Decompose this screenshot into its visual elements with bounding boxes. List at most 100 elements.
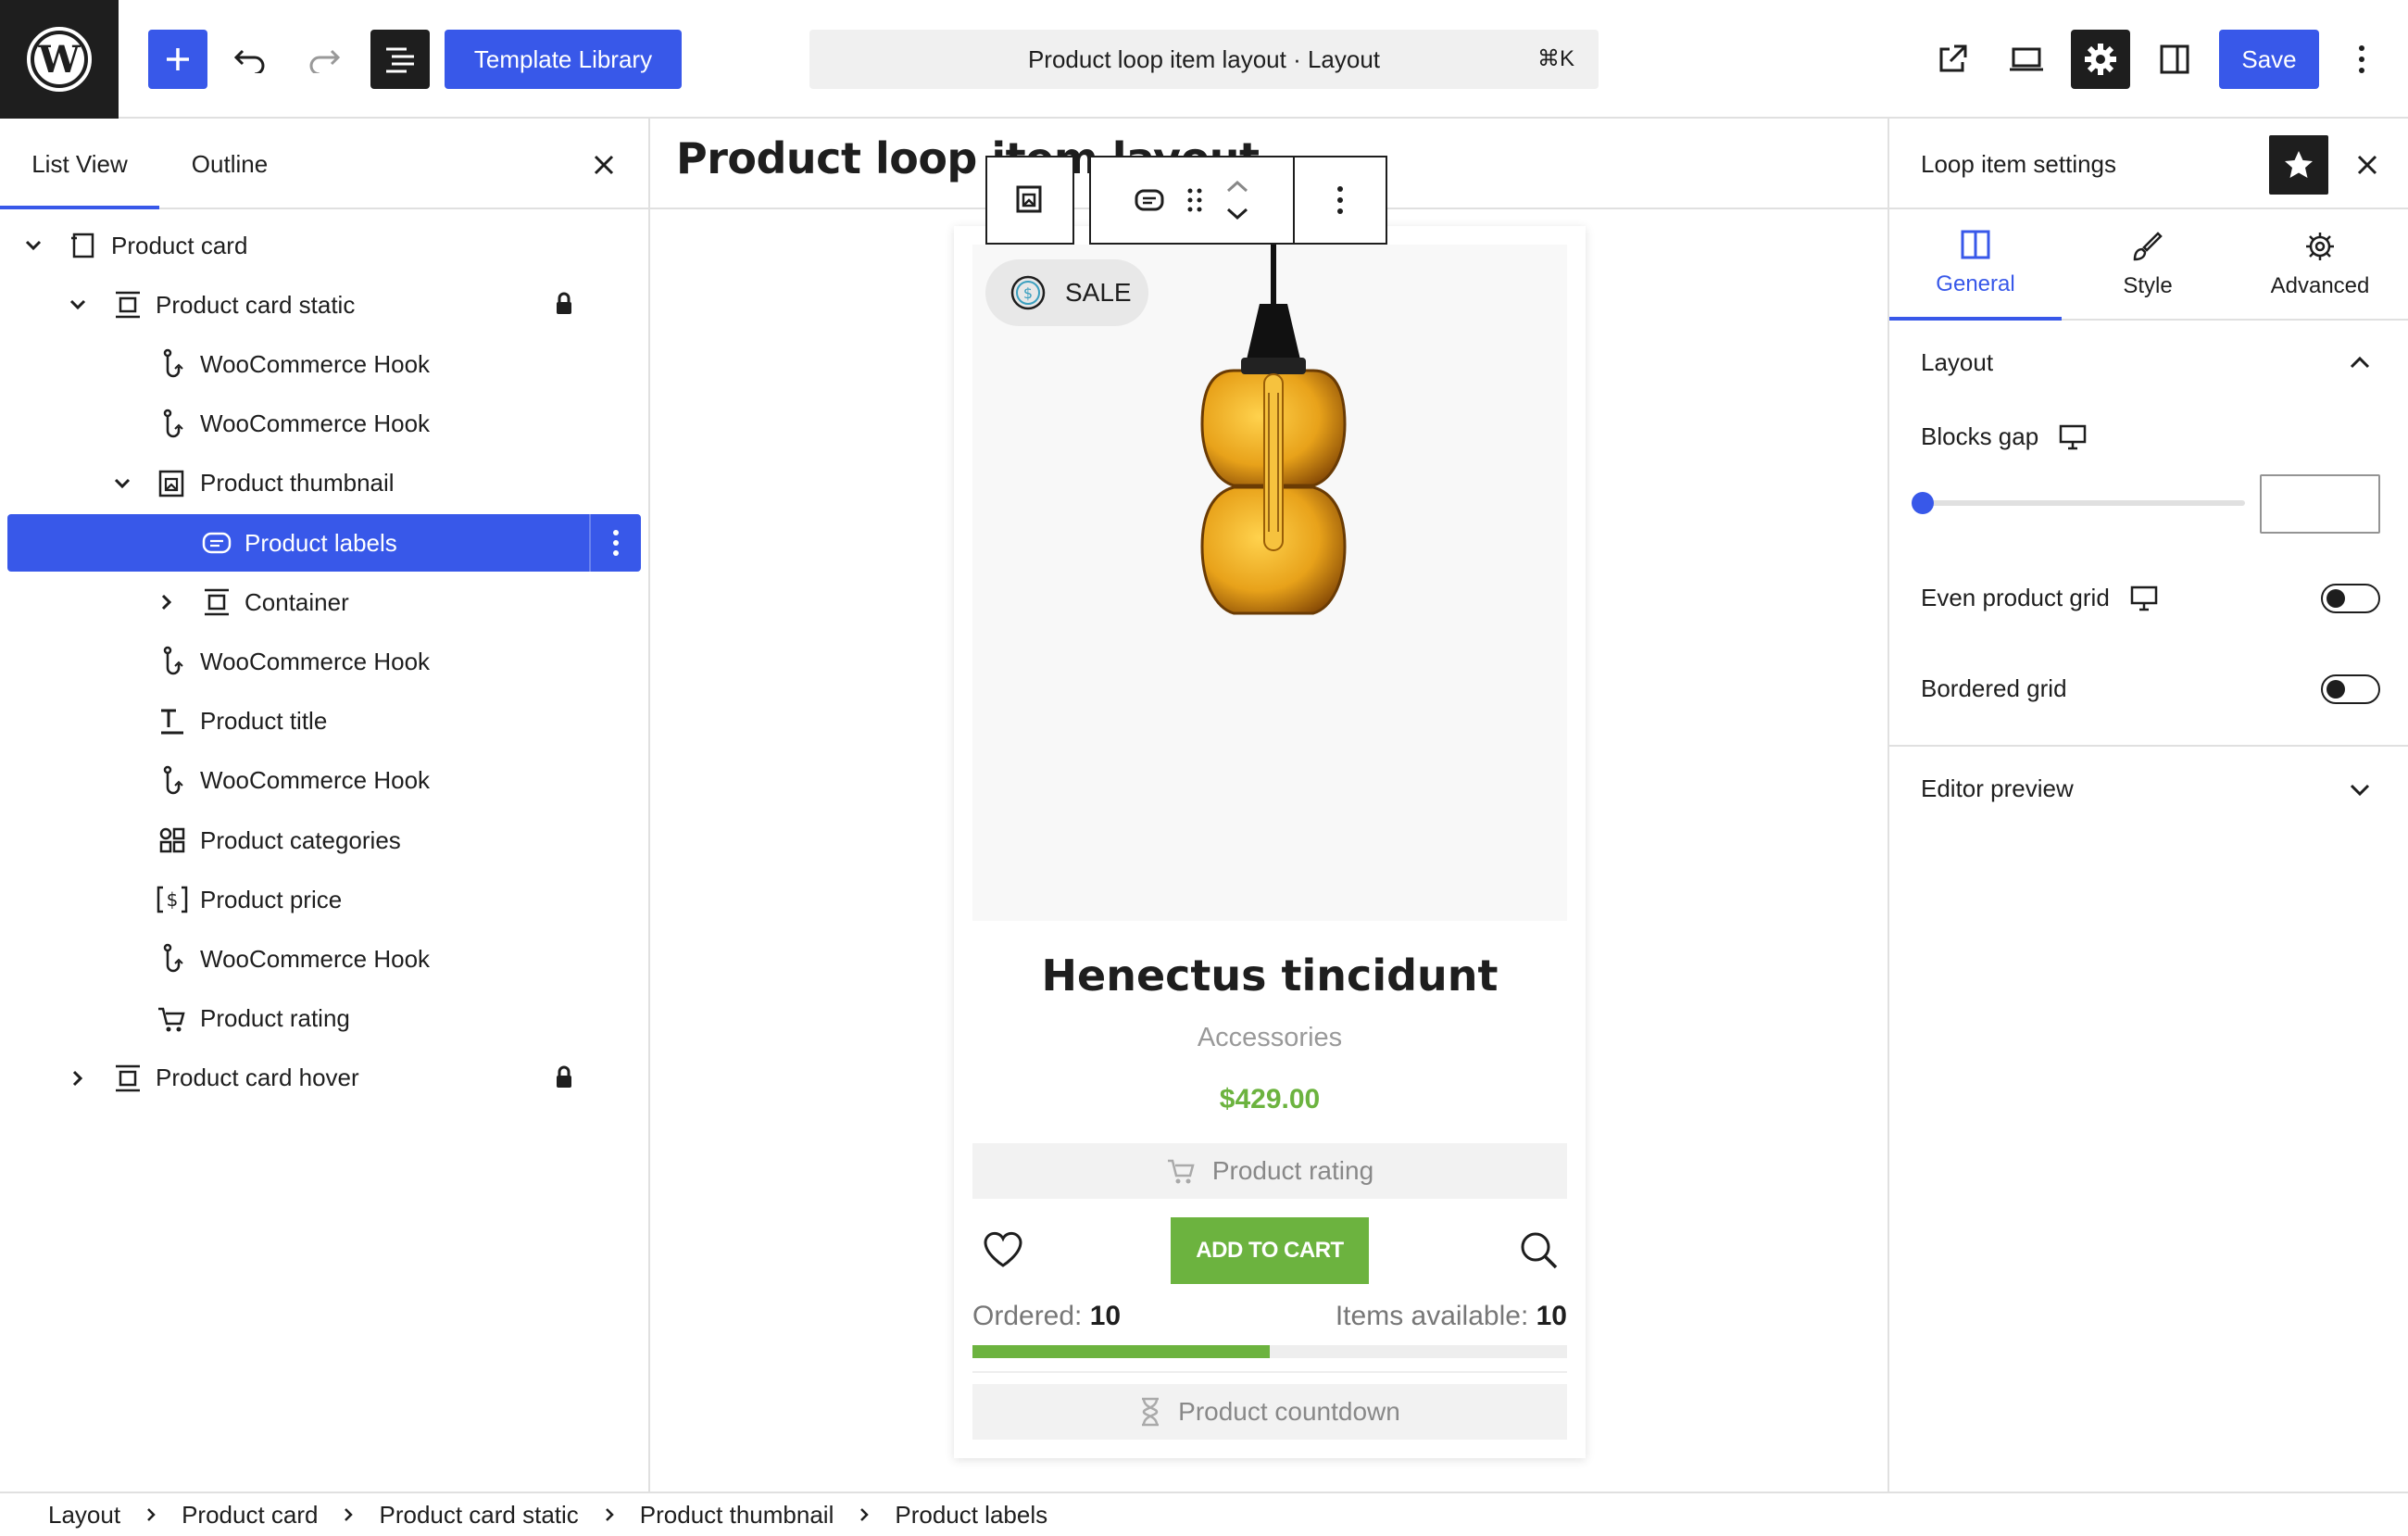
close-icon[interactable] <box>2349 146 2386 183</box>
tree-item-label: Product labels <box>245 528 397 557</box>
tree-item-woocommerce-hook[interactable]: WooCommerce Hook <box>7 633 641 690</box>
tab-general[interactable]: General <box>1889 209 2062 321</box>
editor-preview-title[interactable]: Editor preview <box>1921 774 2074 803</box>
chevron-right-icon[interactable] <box>154 589 180 615</box>
sale-coin-icon: $ <box>1010 275 1046 310</box>
editor-canvas: Product loop item layout $ SALE Henectus… <box>650 119 1888 1492</box>
tree-item-product-thumbnail[interactable]: Product thumbnail <box>7 455 641 512</box>
device-preview-icon[interactable] <box>1997 30 2056 89</box>
options-more-icon[interactable] <box>2334 30 2389 89</box>
chevron-up-icon[interactable] <box>2345 348 2375 378</box>
tree-item-woocommerce-hook[interactable]: WooCommerce Hook <box>7 396 641 453</box>
lock-icon <box>554 292 576 318</box>
tree-item-label: WooCommerce Hook <box>200 944 431 973</box>
section-divider <box>1889 745 2408 747</box>
svg-text:$: $ <box>167 888 179 911</box>
sidebar-toggle-icon[interactable] <box>2145 30 2204 89</box>
tree-item-container[interactable]: Container <box>7 573 641 631</box>
breadcrumb-item[interactable]: Product card <box>182 1501 318 1530</box>
parent-block-button[interactable] <box>985 156 1074 245</box>
block-breadcrumb: Layout Product card Product card static Pro… <box>0 1492 2408 1536</box>
breadcrumb-item[interactable]: Product labels <box>895 1501 1047 1530</box>
tree-item-product-title[interactable]: Product title <box>7 693 641 750</box>
tree-item-label: Product thumbnail <box>200 469 395 497</box>
labels-icon[interactable] <box>1134 187 1165 213</box>
wordpress-logo-icon[interactable]: W <box>0 0 119 119</box>
desktop-icon[interactable] <box>2130 585 2158 611</box>
add-to-cart-button[interactable]: ADD TO CART <box>1171 1217 1369 1284</box>
even-grid-toggle[interactable] <box>2321 584 2380 613</box>
tree-item-label: Product rating <box>200 1004 350 1033</box>
heart-icon[interactable] <box>982 1228 1024 1271</box>
tree-item-product-card-hover[interactable]: Product card hover <box>7 1050 641 1107</box>
product-card[interactable]: $ SALE Henectus tincidunt Accessories $4… <box>954 226 1586 1458</box>
ordered-count: Ordered: 10 <box>972 1301 1121 1332</box>
chevron-down-icon[interactable] <box>65 292 91 318</box>
tree-item-product-categories[interactable]: Product categories <box>7 812 641 869</box>
tree-item-product-card-static[interactable]: Product card static <box>7 276 641 334</box>
tree-item-product-labels[interactable]: Product labels <box>7 514 641 572</box>
tree-item-woocommerce-hook[interactable]: WooCommerce Hook <box>7 930 641 988</box>
hook-icon <box>156 645 189 678</box>
tab-style[interactable]: Style <box>2062 209 2234 321</box>
redo-icon[interactable] <box>295 30 354 89</box>
product-countdown-placeholder[interactable]: Product countdown <box>972 1384 1567 1440</box>
sale-badge[interactable]: $ SALE <box>985 259 1148 326</box>
lock-icon <box>554 1065 576 1091</box>
bordered-grid-toggle[interactable] <box>2321 674 2380 704</box>
move-up-down-icon[interactable] <box>1224 172 1250 228</box>
blocks-gap-slider-track[interactable] <box>1921 500 2245 506</box>
blocks-gap-slider-thumb[interactable] <box>1912 492 1934 514</box>
desktop-icon[interactable] <box>2059 424 2087 450</box>
view-external-icon[interactable] <box>1923 30 1982 89</box>
tree-item-product-rating[interactable]: Product rating <box>7 990 641 1048</box>
tab-list-view[interactable]: List View <box>0 119 159 209</box>
tab-outline[interactable]: Outline <box>169 119 291 209</box>
product-category[interactable]: Accessories <box>954 1023 1586 1053</box>
search-icon[interactable] <box>1517 1228 1560 1271</box>
save-button[interactable]: Save <box>2219 30 2319 89</box>
close-icon[interactable] <box>585 146 622 183</box>
even-grid-label: Even product grid <box>1921 584 2110 611</box>
block-options-button[interactable] <box>1295 156 1387 245</box>
chevron-down-icon[interactable] <box>2345 774 2375 804</box>
product-rating-placeholder[interactable]: Product rating <box>972 1143 1567 1199</box>
tree-item-label: WooCommerce Hook <box>200 409 431 438</box>
settings-gear-button[interactable] <box>2071 30 2130 89</box>
settings-sidebar: Loop item settings General Style Advance… <box>1888 119 2408 1492</box>
product-title[interactable]: Henectus tincidunt <box>954 951 1586 1001</box>
document-overview-button[interactable] <box>370 30 430 89</box>
template-library-button[interactable]: Template Library <box>445 30 682 89</box>
add-block-button[interactable] <box>148 30 207 89</box>
chevron-right-icon[interactable] <box>65 1065 91 1091</box>
product-thumbnail[interactable]: $ SALE <box>972 245 1567 921</box>
tree-item-woocommerce-hook[interactable]: WooCommerce Hook <box>7 752 641 810</box>
toggle-knob <box>2326 589 2345 608</box>
product-card-icon <box>67 229 100 262</box>
layout-section-title[interactable]: Layout <box>1921 348 1993 377</box>
tree-item-product-card[interactable]: Product card <box>7 217 641 274</box>
tab-advanced[interactable]: Advanced <box>2234 209 2406 321</box>
blocks-gap-input[interactable] <box>2260 474 2380 534</box>
star-pin-icon[interactable] <box>2269 135 2328 195</box>
chevron-down-icon[interactable] <box>20 233 46 258</box>
chevron-down-icon[interactable] <box>109 471 135 497</box>
breadcrumb-item[interactable]: Product thumbnail <box>640 1501 834 1530</box>
breadcrumb-item[interactable]: Layout <box>48 1501 120 1530</box>
hook-icon <box>156 347 189 381</box>
row-options-icon[interactable] <box>589 514 641 572</box>
drag-handle-icon[interactable] <box>1185 185 1204 215</box>
undo-icon[interactable] <box>220 30 280 89</box>
tree-item-label: Product categories <box>200 825 401 854</box>
container-icon <box>111 1062 144 1095</box>
breadcrumb-item[interactable]: Product card static <box>379 1501 578 1530</box>
tree-item-woocommerce-hook[interactable]: WooCommerce Hook <box>7 335 641 393</box>
brush-icon <box>2133 232 2163 261</box>
tree-item-label: WooCommerce Hook <box>200 766 431 795</box>
container-icon <box>111 288 144 321</box>
container-icon <box>200 585 233 619</box>
command-palette-bar[interactable]: Product loop item layout · Layout ⌘K <box>809 30 1599 89</box>
tree-item-product-price[interactable]: $ Product price <box>7 871 641 928</box>
list-view-tabs: List View Outline <box>0 119 648 209</box>
stock-progress-fill <box>972 1345 1270 1358</box>
